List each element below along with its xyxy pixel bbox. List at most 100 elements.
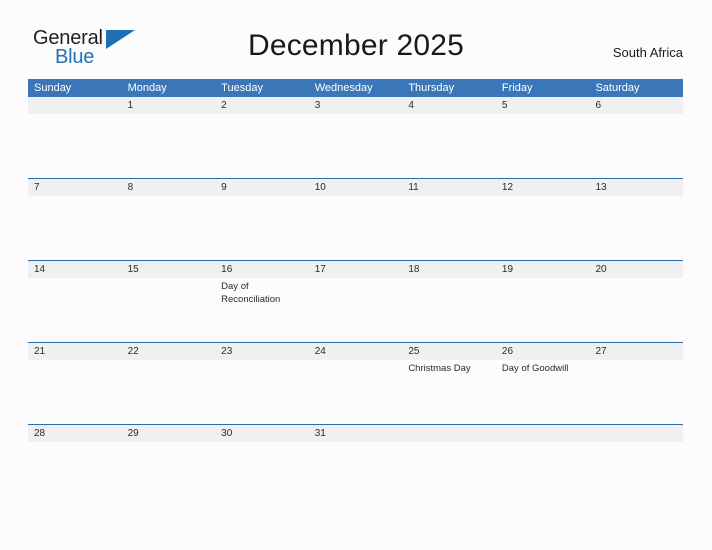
day-number[interactable]: 22 [122, 343, 216, 360]
day-number[interactable]: 14 [28, 261, 122, 278]
day-cell [402, 278, 496, 342]
day-number[interactable]: 31 [309, 425, 403, 442]
day-number[interactable]: 26 [496, 343, 590, 360]
day-number[interactable]: 13 [589, 179, 683, 196]
weekday-header-sunday: Sunday [34, 82, 72, 94]
weekday-header-row: Sunday Monday Tuesday Wednesday Thursday… [28, 79, 683, 97]
day-cell [122, 114, 216, 178]
calendar-week-row: 28 29 30 31 [28, 424, 683, 454]
day-cell [215, 360, 309, 424]
day-cell: Day of Goodwill [496, 360, 590, 424]
calendar-weeks: 1 2 3 4 5 6 7 8 9 10 11 12 13 14 15 16 17 18 19 20 Day of Re… [28, 97, 683, 454]
holiday-event: Day of Reconciliation [221, 281, 281, 305]
day-cell [589, 114, 683, 178]
day-cell [309, 196, 403, 260]
day-cell [589, 360, 683, 424]
calendar-week-row: 7 8 9 10 11 12 13 [28, 178, 683, 260]
day-cell [122, 278, 216, 342]
holiday-event: Christmas Day [408, 363, 471, 374]
day-number[interactable]: 15 [122, 261, 216, 278]
day-number[interactable]: 2 [215, 97, 309, 114]
day-number[interactable]: 9 [215, 179, 309, 196]
day-number[interactable]: 18 [402, 261, 496, 278]
event-band [28, 114, 683, 178]
weekday-header-thursday: Thursday [408, 82, 455, 94]
day-number[interactable]: 29 [122, 425, 216, 442]
day-cell [28, 114, 122, 178]
day-number[interactable]: 3 [309, 97, 403, 114]
date-number-band: 14 15 16 17 18 19 20 [28, 261, 683, 278]
day-cell [309, 360, 403, 424]
calendar-grid: Sunday Monday Tuesday Wednesday Thursday… [28, 79, 683, 454]
day-cell [28, 442, 122, 454]
calendar-week-row: 21 22 23 24 25 26 27 Christmas Day Day of Goodwi… [28, 342, 683, 424]
day-cell [28, 196, 122, 260]
day-number [28, 97, 122, 114]
page-header: General Blue December 2025 South Africa [0, 0, 712, 78]
calendar-page: General Blue December 2025 South Africa … [0, 0, 712, 550]
event-band [28, 196, 683, 260]
date-number-band: 7 8 9 10 11 12 13 [28, 179, 683, 196]
holiday-event: Day of Goodwill [501, 363, 569, 374]
day-cell [215, 196, 309, 260]
day-number[interactable]: 27 [589, 343, 683, 360]
day-number[interactable]: 19 [496, 261, 590, 278]
day-number[interactable]: 28 [28, 425, 122, 442]
day-cell: Day of Reconciliation [215, 278, 309, 342]
day-cell [309, 114, 403, 178]
day-cell [496, 196, 590, 260]
day-number[interactable]: 12 [496, 179, 590, 196]
day-number[interactable]: 6 [589, 97, 683, 114]
day-cell [589, 278, 683, 342]
day-cell [215, 442, 309, 454]
date-number-band: 28 29 30 31 [28, 425, 683, 442]
day-cell [496, 442, 590, 454]
weekday-header-wednesday: Wednesday [314, 82, 373, 94]
day-cell [402, 196, 496, 260]
date-number-band: 123456 [28, 97, 683, 114]
day-cell [496, 278, 590, 342]
day-cell [215, 114, 309, 178]
event-band [28, 442, 683, 454]
day-cell [122, 360, 216, 424]
day-number[interactable]: 11 [402, 179, 496, 196]
day-number[interactable]: 4 [402, 97, 496, 114]
date-number-band: 21 22 23 24 25 26 27 [28, 343, 683, 360]
day-cell [589, 196, 683, 260]
day-cell [309, 442, 403, 454]
day-number[interactable]: 1 [122, 97, 216, 114]
day-number[interactable]: 20 [589, 261, 683, 278]
day-number[interactable]: 8 [122, 179, 216, 196]
day-number[interactable]: 16 [215, 261, 309, 278]
day-cell [28, 278, 122, 342]
page-title: December 2025 [247, 29, 465, 62]
event-band: Day of Reconciliation [28, 278, 683, 342]
day-number[interactable]: 23 [215, 343, 309, 360]
day-number [589, 425, 683, 442]
day-number[interactable]: 7 [28, 179, 122, 196]
event-band: Christmas Day Day of Goodwill [28, 360, 683, 424]
weekday-header-tuesday: Tuesday [221, 82, 263, 94]
day-number[interactable]: 17 [309, 261, 403, 278]
day-cell [122, 442, 216, 454]
day-cell [402, 114, 496, 178]
weekday-header-monday: Monday [127, 82, 167, 94]
calendar-week-row: 14 15 16 17 18 19 20 Day of Reconciliation [28, 260, 683, 342]
day-number[interactable]: 30 [215, 425, 309, 442]
weekday-header-saturday: Saturday [595, 82, 640, 94]
weekday-header-friday: Friday [501, 82, 533, 94]
day-cell [589, 442, 683, 454]
calendar-week-row: 123456 [28, 97, 683, 178]
day-number[interactable]: 24 [309, 343, 403, 360]
region-label: South Africa [612, 45, 683, 60]
day-cell [496, 114, 590, 178]
day-number[interactable]: 5 [496, 97, 590, 114]
day-number[interactable]: 21 [28, 343, 122, 360]
day-number[interactable]: 10 [309, 179, 403, 196]
day-cell: Christmas Day [402, 360, 496, 424]
day-number [496, 425, 590, 442]
day-number[interactable]: 25 [402, 343, 496, 360]
day-number [402, 425, 496, 442]
day-cell [309, 278, 403, 342]
day-cell [122, 196, 216, 260]
